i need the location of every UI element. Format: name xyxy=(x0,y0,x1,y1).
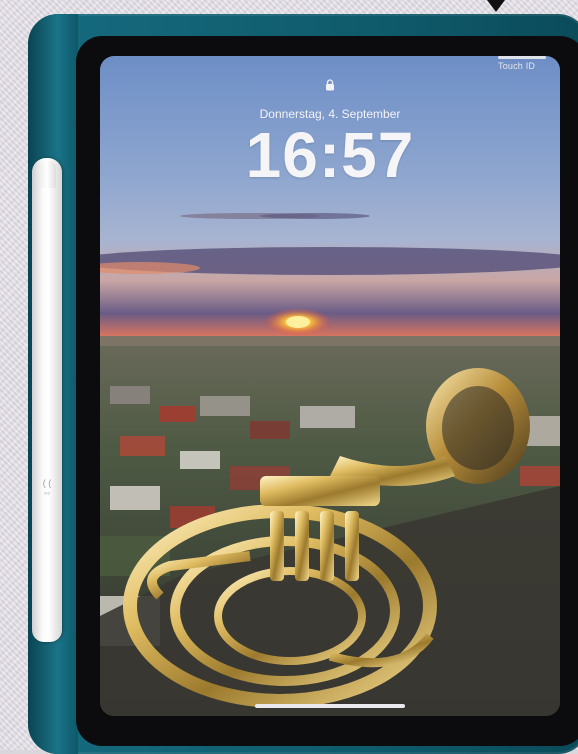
touch-id-label: Touch ID xyxy=(498,61,536,71)
lock-screen-time: 16:57 xyxy=(245,119,415,191)
triangle-down-icon xyxy=(487,0,505,12)
home-indicator[interactable] xyxy=(255,704,405,708)
touch-id-indicator xyxy=(498,56,546,59)
stylus-tip xyxy=(38,160,56,188)
lock-icon xyxy=(326,79,334,91)
stylus-logo: ( (◦◦ xyxy=(42,478,52,498)
stylus-pencil xyxy=(32,158,62,642)
